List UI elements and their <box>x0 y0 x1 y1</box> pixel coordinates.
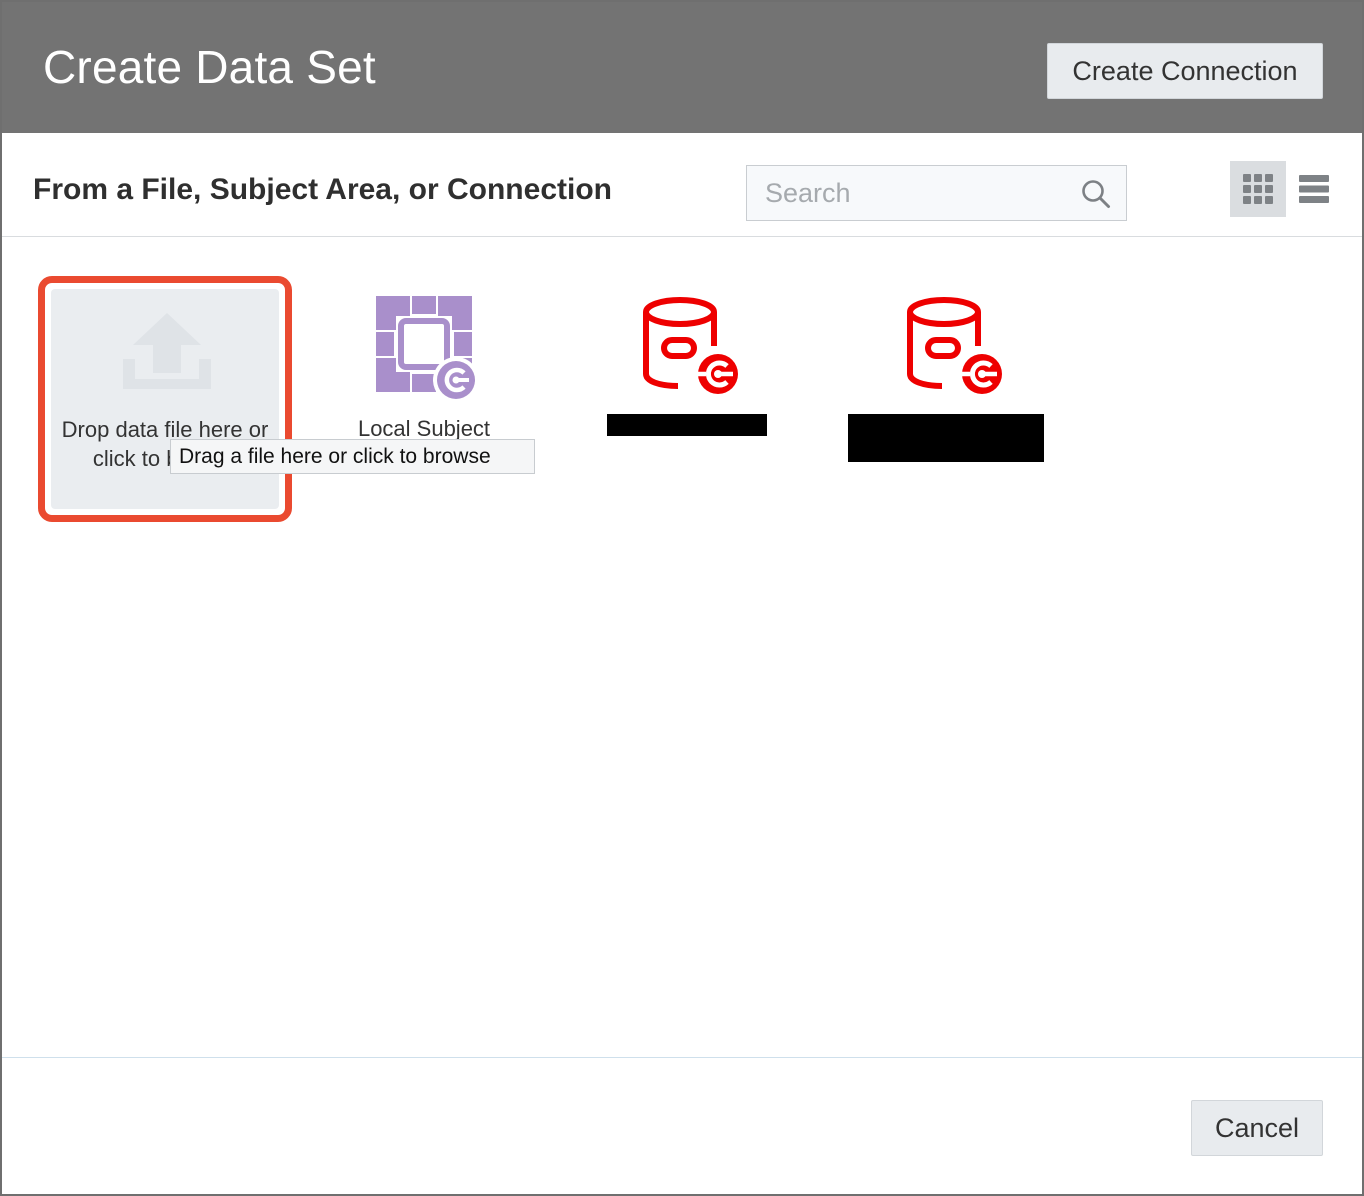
local-subject-area-tile[interactable]: Local Subject <box>304 288 544 538</box>
subject-area-icon <box>376 296 479 403</box>
source-tiles-area: Drop data file here or click to browse L… <box>2 238 1362 1058</box>
redacted-connection-name <box>607 414 767 436</box>
dialog-title: Create Data Set <box>43 41 376 93</box>
upload-icon <box>123 313 211 389</box>
search-icon[interactable] <box>1081 179 1111 209</box>
connection-tile[interactable] <box>564 288 804 538</box>
database-connection-icon <box>643 297 742 398</box>
source-subheader: From a File, Subject Area, or Connection <box>2 133 1362 237</box>
cancel-button[interactable]: Cancel <box>1191 1100 1323 1156</box>
dialog-header: Create Data Set Create Connection <box>2 2 1362 133</box>
create-data-set-dialog: Create Data Set Create Connection From a… <box>0 0 1364 1196</box>
grid-view-button[interactable] <box>1230 161 1286 217</box>
search-box[interactable] <box>746 165 1127 221</box>
section-title: From a File, Subject Area, or Connection <box>33 173 612 206</box>
search-input[interactable] <box>747 166 1067 220</box>
redacted-connection-name <box>848 414 1044 462</box>
drop-file-tooltip: Drag a file here or click to browse <box>170 439 535 474</box>
drop-file-tile-inner[interactable]: Drop data file here or click to browse <box>51 289 279 509</box>
list-view-button[interactable] <box>1286 161 1342 217</box>
database-connection-icon <box>907 297 1006 398</box>
dialog-footer: Cancel <box>2 1057 1362 1196</box>
drop-file-tile[interactable]: Drop data file here or click to browse <box>38 276 292 522</box>
grid-view-icon <box>1243 174 1273 204</box>
connection-tile[interactable] <box>828 288 1068 538</box>
list-view-icon <box>1299 175 1329 203</box>
create-connection-button[interactable]: Create Connection <box>1047 43 1323 99</box>
